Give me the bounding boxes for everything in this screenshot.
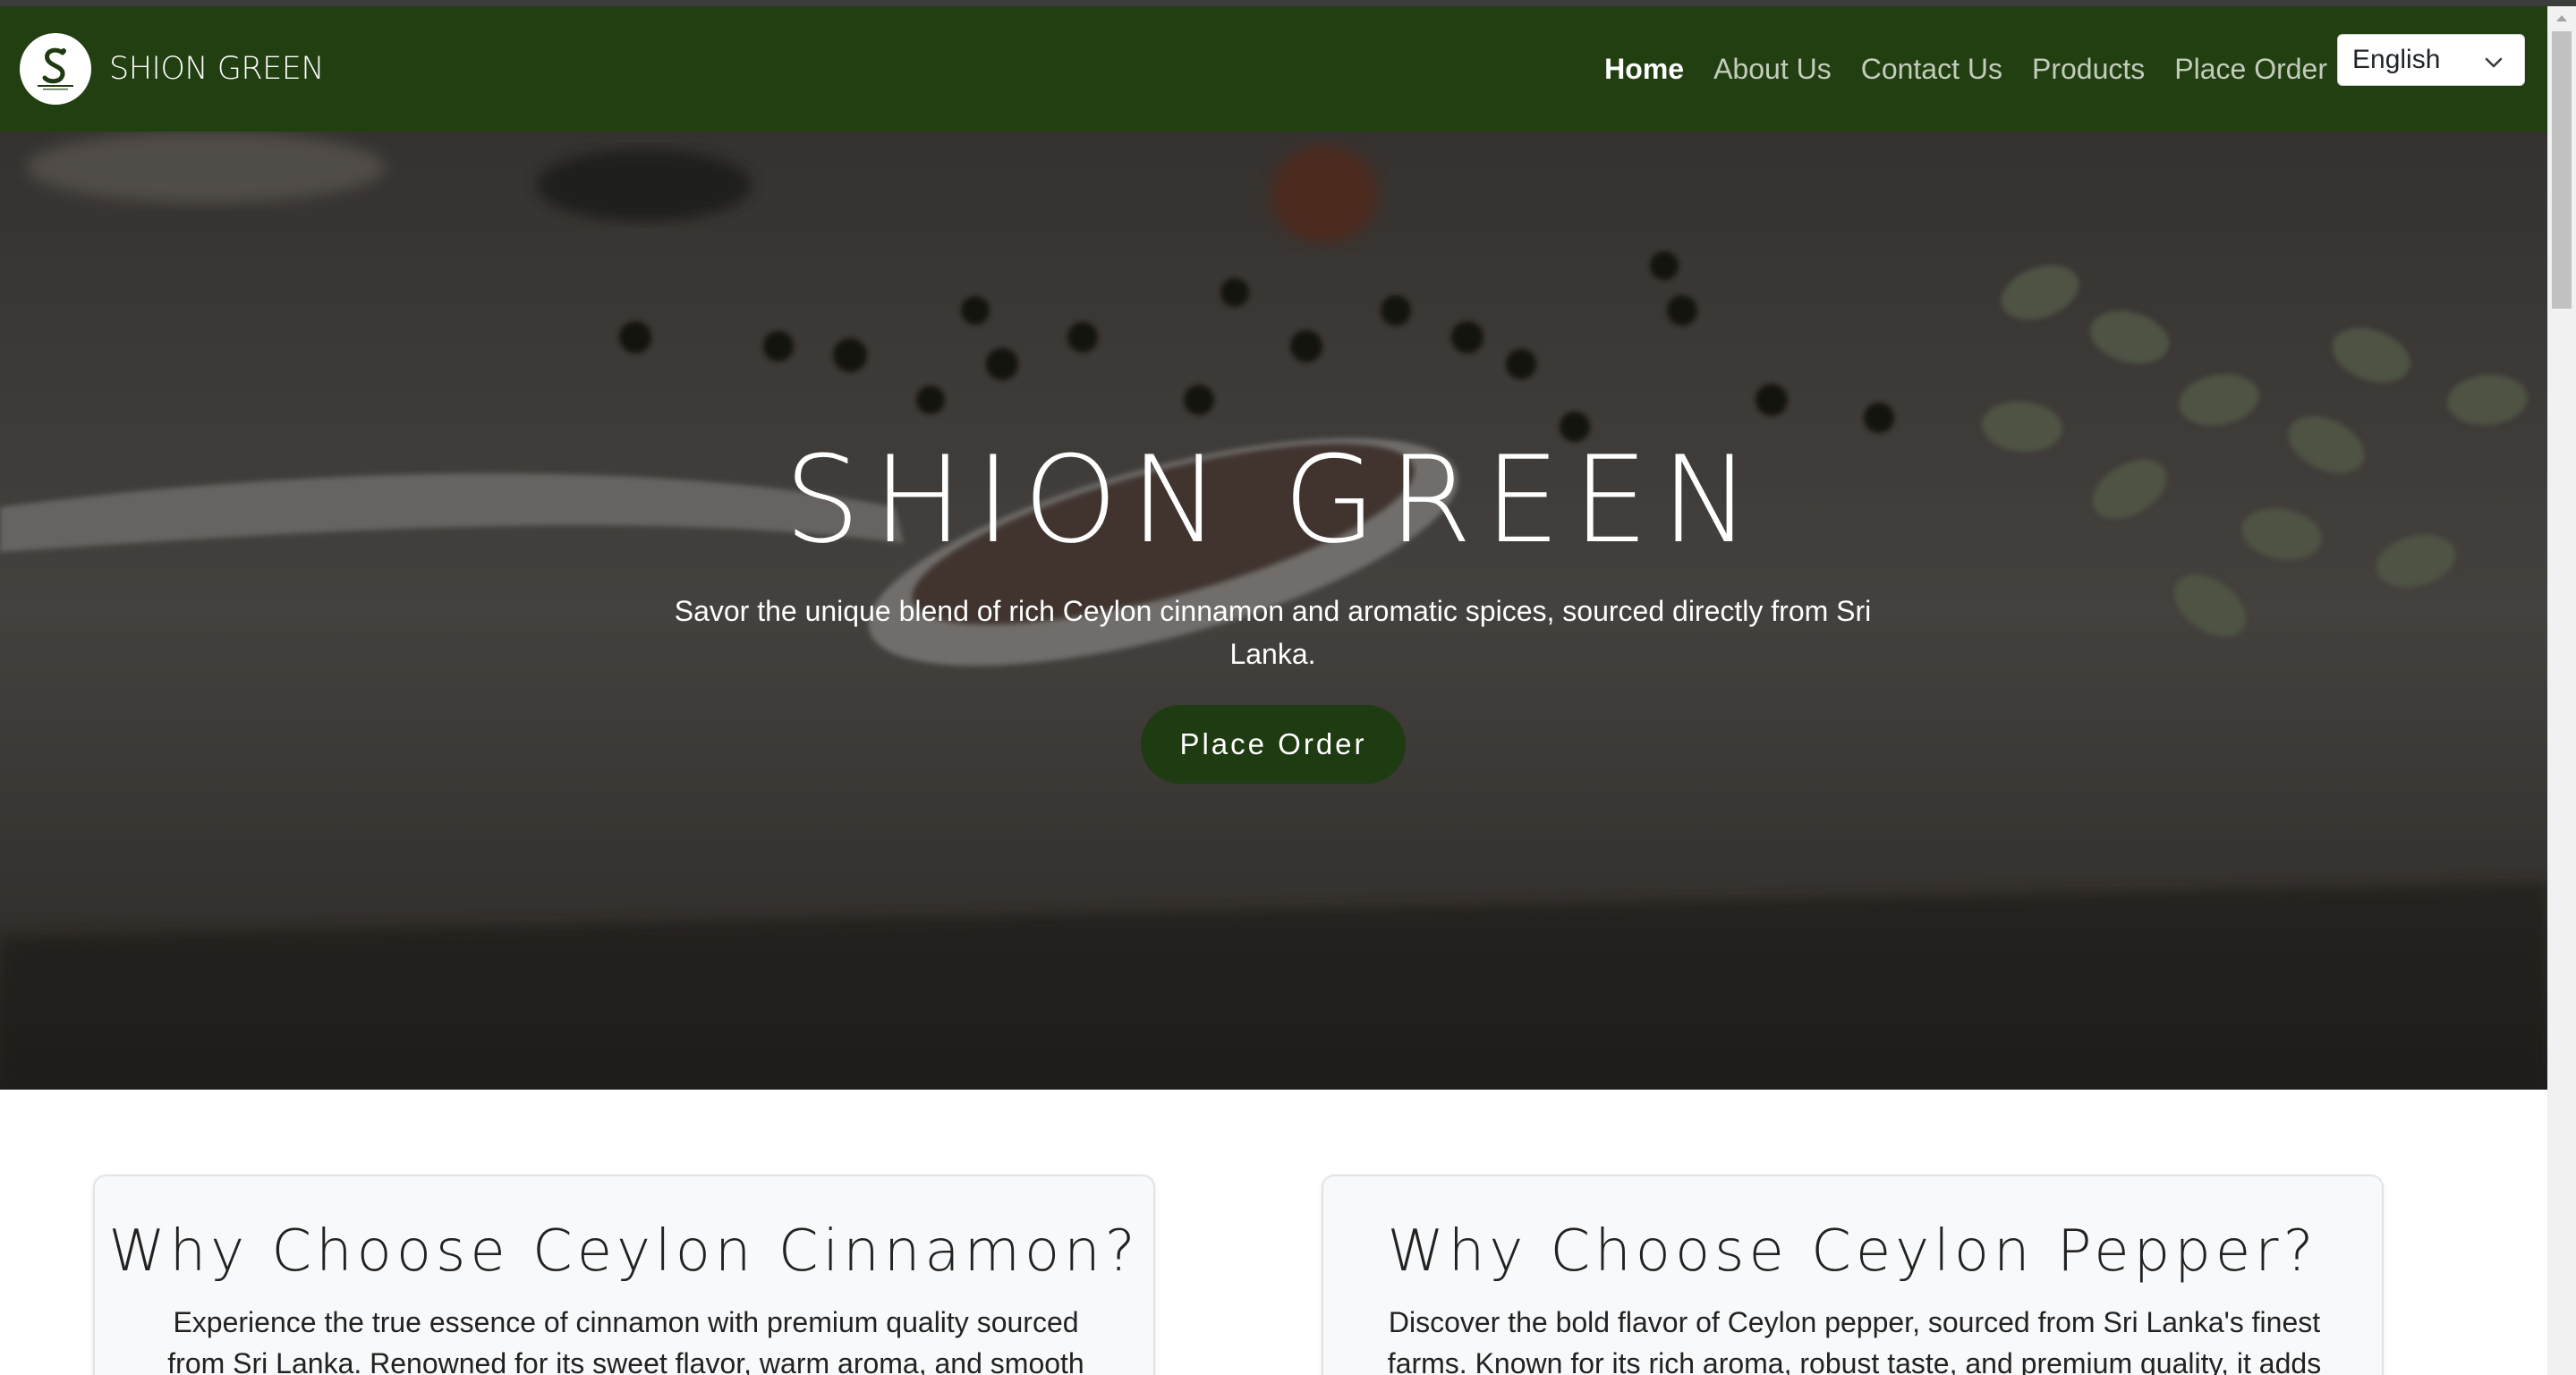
- language-select[interactable]: English: [2337, 34, 2525, 86]
- language-selected-value: English: [2352, 45, 2441, 74]
- page-viewport: SHION GREEN Home About Us Contact Us Pro…: [0, 0, 2547, 1375]
- chevron-down-icon: [2483, 50, 2504, 81]
- nav-link-contact-us[interactable]: Contact Us: [1861, 53, 2002, 86]
- window-top-strip: [0, 0, 2576, 6]
- vertical-scrollbar[interactable]: [2547, 6, 2576, 1375]
- brand-link[interactable]: SHION GREEN: [20, 33, 325, 105]
- nav-link-home[interactable]: Home: [1604, 53, 1684, 86]
- pepper-card-title: Why Choose Ceylon Pepper?: [1387, 1218, 2318, 1285]
- nav-links: Home About Us Contact Us Products Place …: [1604, 53, 2327, 86]
- hero-section: SHION GREEN Savor the unique blend of ri…: [0, 132, 2547, 1090]
- pepper-card-text: Discover the bold flavor of Ceylon peppe…: [1387, 1306, 2322, 1375]
- place-order-button[interactable]: Place Order: [1141, 705, 1406, 784]
- nav-link-products[interactable]: Products: [2032, 53, 2145, 86]
- cinnamon-card-text: Experience the true essence of cinnamon …: [167, 1306, 1084, 1375]
- nav-link-about-us[interactable]: About Us: [1713, 53, 1832, 86]
- pepper-card: Why Choose Ceylon Pepper? Discover the b…: [1322, 1175, 2384, 1375]
- brand-name: SHION GREEN: [109, 51, 325, 87]
- shion-green-logo-icon: [20, 33, 91, 105]
- nav-link-place-order[interactable]: Place Order: [2174, 53, 2327, 86]
- scroll-up-arrow-icon[interactable]: [2547, 6, 2576, 30]
- hero-title: SHION GREEN: [784, 430, 1764, 570]
- scrollbar-thumb[interactable]: [2552, 31, 2572, 309]
- cinnamon-card: Why Choose Ceylon Cinnamon? Experience t…: [93, 1175, 1155, 1375]
- cinnamon-card-title: Why Choose Ceylon Cinnamon?: [108, 1218, 1140, 1285]
- hero-subtitle: Savor the unique blend of rich Ceylon ci…: [674, 595, 1872, 670]
- navbar: SHION GREEN Home About Us Contact Us Pro…: [0, 6, 2547, 132]
